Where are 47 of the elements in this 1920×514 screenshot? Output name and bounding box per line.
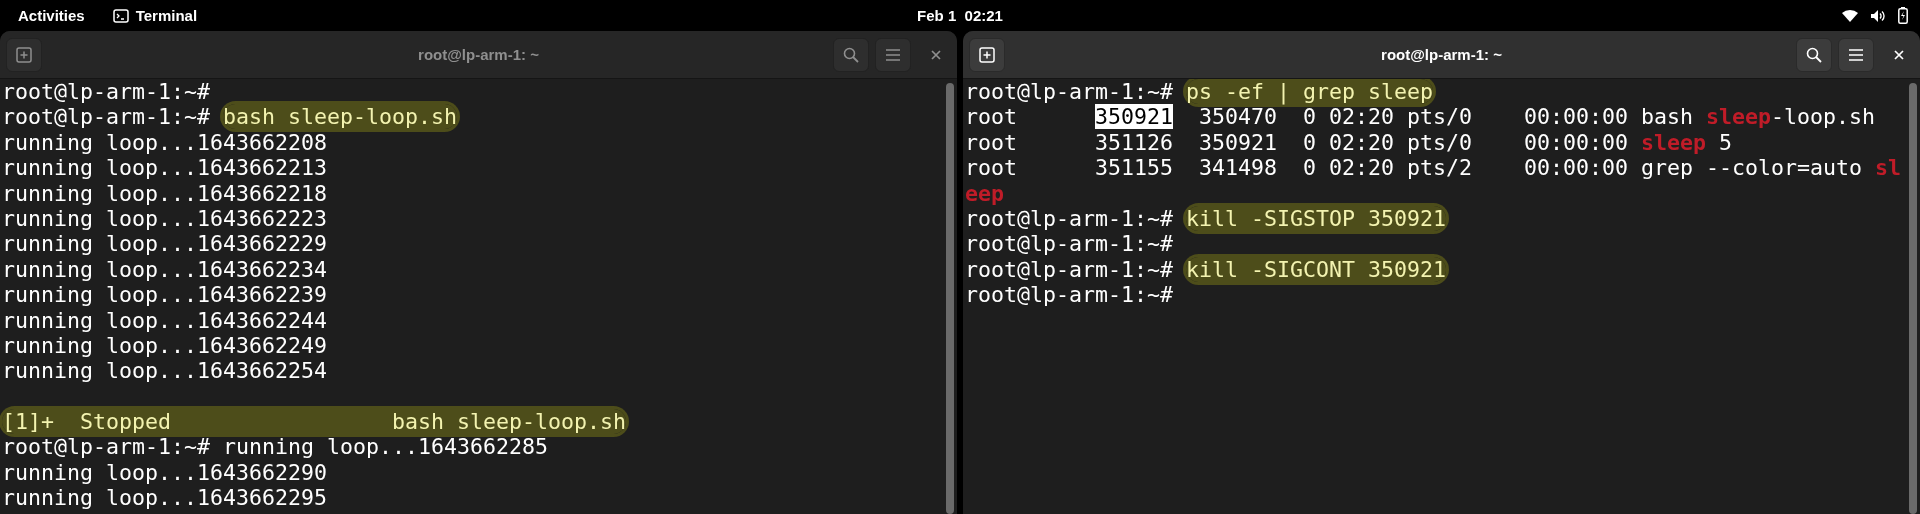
battery-icon[interactable] — [1898, 7, 1908, 24]
activities-button[interactable]: Activities — [18, 7, 85, 24]
search-icon — [1806, 46, 1822, 63]
clock[interactable]: Feb 1 02:21 — [917, 7, 1003, 24]
terminal-line: root@lp-arm-1:~# bash sleep-loop.sh — [2, 104, 459, 130]
plus-icon — [16, 46, 32, 63]
wifi-icon[interactable] — [1842, 9, 1858, 22]
terminal-line: running loop...1643662244 — [2, 307, 328, 333]
menu-button[interactable] — [1838, 37, 1874, 72]
search-icon — [843, 46, 859, 63]
terminal-line: running loop...1643662223 — [2, 205, 328, 232]
new-tab-button[interactable] — [969, 37, 1005, 72]
search-button[interactable] — [1796, 37, 1832, 72]
close-icon — [930, 48, 942, 61]
terminal-line: running loop...1643662218 — [2, 180, 328, 206]
menu-icon — [885, 47, 901, 62]
terminal-line: root 350921 350470 0 02:20 pts/0 00:00:00 bash sleep-loop.sh — [965, 104, 1877, 130]
terminal-line: root@lp-arm-1:~# kill -SIGSTOP 350921 — [965, 205, 1448, 232]
terminal-line: root@lp-arm-1:~# — [965, 282, 1174, 308]
terminal-line: running loop...1643662254 — [2, 358, 328, 384]
terminal-line: running loop...1643662208 — [2, 129, 328, 156]
window-title: root@lp-arm-1: ~ — [417, 46, 540, 63]
app-menu-label[interactable]: Terminal — [135, 7, 198, 24]
scrollbar[interactable] — [946, 83, 954, 514]
volume-icon[interactable] — [1870, 8, 1886, 23]
close-icon — [1893, 48, 1905, 61]
terminal-line: running loop...1643662239 — [2, 282, 328, 308]
terminal-icon — [112, 8, 129, 23]
window-title: root@lp-arm-1: ~ — [1380, 46, 1503, 63]
terminal-line: running loop...1643662213 — [2, 155, 328, 181]
terminal-line: root@lp-arm-1:~# — [2, 79, 211, 105]
terminal-line: running loop...1643662295 — [2, 485, 328, 511]
terminal-line: root@lp-arm-1:~# — [965, 231, 1174, 257]
terminal-line: [1]+ Stopped bash sleep-loop.sh — [2, 409, 628, 435]
terminal-line: running loop...1643662234 — [2, 256, 328, 283]
terminal-line: root 351126 350921 0 02:20 pts/0 00:00:00 sleep 5 — [965, 129, 1734, 156]
terminal-line: root@lp-arm-1:~# kill -SIGCONT 350921 — [965, 256, 1448, 283]
menu-icon — [1848, 47, 1864, 62]
terminal-line: eep — [965, 180, 1005, 206]
terminal-line: running loop...1643662290 — [2, 459, 328, 486]
terminal-line: root@lp-arm-1:~# running loop...1643662285 — [2, 434, 550, 460]
terminal-line: running loop...1643662229 — [2, 231, 328, 257]
terminal-line: root@lp-arm-1:~# ps -ef | grep sleep — [965, 79, 1435, 105]
scrollbar[interactable] — [1909, 83, 1917, 514]
plus-icon — [979, 46, 995, 63]
terminal-line: root 351155 341498 0 02:20 pts/2 00:00:00 grep --color=auto sl — [965, 155, 1903, 181]
terminal-line: running loop...1643662249 — [2, 332, 328, 359]
